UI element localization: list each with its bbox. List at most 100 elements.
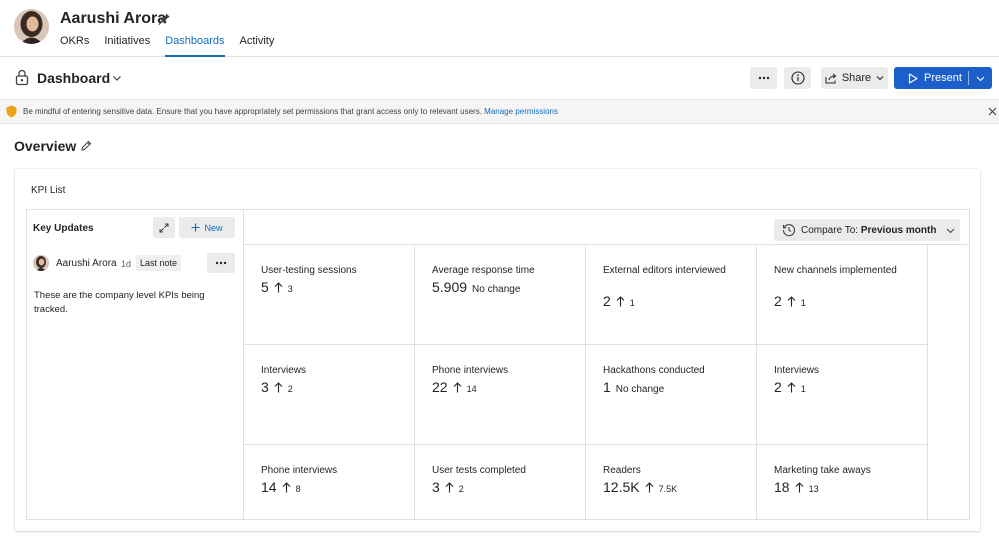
key-updates-title: Key Updates (33, 223, 94, 234)
banner-message: Be mindful of entering sensitive data. E… (23, 107, 558, 116)
kpi-value-row: 21 (603, 293, 635, 309)
kpi-value-row: 32 (261, 379, 293, 395)
lock-icon (15, 69, 29, 86)
kpi-tile[interactable]: Readers 12.5K 7.5K (586, 445, 757, 519)
kpi-value: 2 (774, 293, 782, 309)
last-note-badge: Last note (136, 255, 182, 271)
new-update-button[interactable]: New (179, 217, 235, 238)
pin-icon[interactable] (157, 12, 171, 26)
kpi-value: 5 (261, 279, 269, 295)
arrow-up-icon (616, 295, 625, 306)
present-dropdown[interactable] (969, 67, 992, 89)
kpi-value-row: 53 (261, 279, 293, 295)
kpi-list-card: KPI List Key Updates New Aarushi Arora 1… (15, 169, 980, 531)
close-icon[interactable] (988, 107, 997, 116)
present-main[interactable]: Present (894, 67, 968, 89)
kpi-tile[interactable]: Hackathons conducted 1 No change (586, 345, 757, 445)
avatar (33, 255, 49, 271)
compare-to-dropdown[interactable]: Compare To: Previous month (774, 219, 960, 241)
kpi-name: Phone interviews (261, 465, 338, 476)
kpi-name: Average response time (432, 265, 535, 276)
kpi-value: 12.5K (603, 479, 640, 495)
manage-permissions-link[interactable]: Manage permissions (484, 107, 558, 116)
share-button[interactable]: Share (821, 67, 888, 89)
kpi-value: 14 (261, 479, 277, 495)
avatar[interactable] (14, 9, 49, 44)
kpi-value-row: 18 13 (774, 479, 819, 495)
kpi-name: User-testing sessions (261, 265, 357, 276)
kpi-value: 3 (432, 479, 440, 495)
card-title: KPI List (31, 185, 66, 196)
kpi-name: Marketing take aways (774, 465, 871, 476)
dashboard-title[interactable]: Dashboard (37, 70, 110, 86)
profile-header: Aarushi Arora OKRs Initiatives Dashboard… (0, 0, 999, 57)
kpi-name: User tests completed (432, 465, 526, 476)
more-options-button[interactable] (750, 67, 777, 89)
kpi-status: No change (615, 384, 665, 395)
profile-name: Aarushi Arora (60, 10, 167, 27)
present-button[interactable]: Present (894, 67, 992, 89)
kpi-name: External editors interviewed (603, 265, 726, 276)
arrow-up-icon (453, 381, 461, 392)
kpi-value-row: 32 (432, 479, 464, 495)
sensitive-data-banner: Be mindful of entering sensitive data. E… (0, 99, 999, 124)
plus-icon (191, 223, 200, 232)
key-updates-panel: Key Updates New Aarushi Arora 1d Last no… (26, 209, 243, 520)
kpi-value-row: 21 (774, 293, 806, 309)
kpi-tile[interactable]: Phone interviews 14 8 (244, 445, 415, 519)
banner-text: Be mindful of entering sensitive data. E… (23, 107, 482, 116)
kpi-name: Interviews (261, 365, 307, 376)
ellipsis-icon (215, 261, 227, 265)
kpi-tile[interactable]: New channels implemented 2 1 (757, 245, 928, 345)
note-body: These are the company level KPIs being t… (34, 290, 205, 315)
info-icon (790, 71, 805, 85)
note-header: Aarushi Arora 1d Last note (33, 253, 238, 273)
kpi-tile[interactable]: Interviews 2 1 (757, 345, 928, 445)
kpi-delta: 1 (800, 384, 806, 394)
history-icon (782, 224, 796, 237)
kpi-tile[interactable]: External editors interviewed 2 1 (586, 245, 757, 345)
chevron-down-icon (876, 76, 884, 81)
compare-label: Compare To: (801, 225, 859, 236)
expand-icon (159, 223, 169, 232)
share-label: Share (841, 72, 872, 84)
tab-initiatives[interactable]: Initiatives (104, 35, 150, 57)
kpi-tile[interactable]: Interviews 3 2 (244, 345, 415, 445)
kpi-grid-header: Compare To: Previous month (244, 210, 969, 245)
info-button[interactable] (784, 67, 811, 89)
kpi-delta: 13 (808, 484, 819, 494)
kpi-value: 5.909 (432, 279, 468, 295)
kpi-tile[interactable]: Marketing take aways 18 13 (757, 445, 928, 519)
note-more-button[interactable] (207, 253, 235, 273)
note-author: Aarushi Arora (56, 258, 117, 269)
arrow-up-icon (274, 381, 283, 392)
arrow-up-icon (787, 295, 796, 306)
play-icon (908, 72, 918, 84)
kpi-value: 2 (603, 293, 611, 309)
kpi-delta: 2 (287, 384, 293, 394)
ellipsis-icon (758, 76, 769, 80)
kpi-name: Interviews (774, 365, 820, 376)
kpi-delta: 8 (295, 484, 301, 494)
kpi-tile[interactable]: User tests completed 3 2 (415, 445, 586, 519)
share-icon (825, 73, 837, 83)
kpi-name: Hackathons conducted (603, 365, 705, 376)
kpi-tile[interactable]: Average response time 5.909 No change (415, 245, 586, 345)
pencil-icon[interactable] (80, 140, 92, 152)
kpi-delta: 7.5K (658, 484, 678, 494)
kpi-tile[interactable]: User-testing sessions 5 3 (244, 245, 415, 345)
present-label: Present (924, 72, 962, 84)
arrow-up-icon (645, 481, 653, 492)
arrow-up-icon (274, 281, 283, 292)
kpi-value: 22 (432, 379, 448, 395)
kpi-name: New channels implemented (774, 265, 897, 276)
expand-button[interactable] (153, 217, 175, 238)
tab-okrs[interactable]: OKRs (60, 35, 89, 57)
chevron-down-icon[interactable] (112, 73, 122, 83)
kpi-value: 1 (603, 379, 611, 395)
kpi-value: 3 (261, 379, 269, 395)
tab-dashboards[interactable]: Dashboards (165, 35, 225, 57)
kpi-tile[interactable]: Phone interviews 22 14 (415, 345, 586, 445)
kpi-value-row: 12.5K 7.5K (603, 479, 677, 495)
tab-activity[interactable]: Activity (240, 35, 275, 57)
